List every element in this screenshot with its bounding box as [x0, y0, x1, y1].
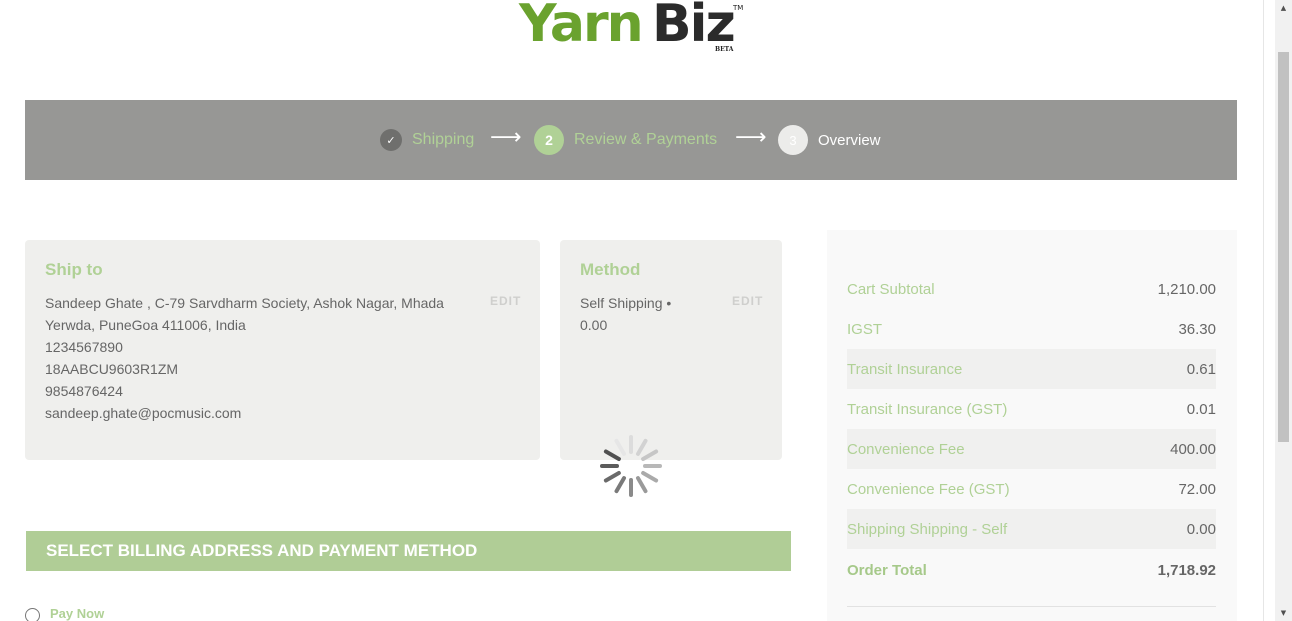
- step-number-badge: 2: [534, 125, 564, 155]
- order-total-label: Order Total: [847, 561, 927, 579]
- step-arrow-icon: ⟶: [490, 125, 522, 150]
- summary-value: 72.00: [1178, 480, 1216, 498]
- ship-to-title: Ship to: [45, 260, 103, 279]
- step-review-payments: 2 Review & Payments: [534, 125, 718, 155]
- summary-row-order-total: Order Total 1,718.92: [847, 550, 1216, 590]
- summary-row-cart-subtotal: Cart Subtotal 1,210.00: [847, 269, 1216, 309]
- order-summary: Cart Subtotal 1,210.00 IGST 36.30 Transi…: [827, 230, 1237, 621]
- scroll-down-arrow-icon[interactable]: ▼: [1275, 605, 1292, 621]
- alternate-phone: 9854876424: [45, 383, 123, 399]
- order-total-value: 1,718.92: [1157, 561, 1216, 579]
- page-right-border: [1263, 0, 1264, 621]
- summary-row-convenience-fee-gst: Convenience Fee (GST) 72.00: [847, 469, 1216, 509]
- summary-value: 36.30: [1178, 320, 1216, 338]
- gst-number: 18AABCU9603R1ZM: [45, 361, 179, 377]
- summary-label: Shipping Shipping - Self: [847, 520, 1008, 538]
- step-shipping-label: Shipping: [412, 131, 475, 148]
- step-arrow-icon: ⟶: [735, 125, 767, 150]
- billing-section-title: SELECT BILLING ADDRESS AND PAYMENT METHO…: [46, 541, 478, 560]
- billing-section-header: SELECT BILLING ADDRESS AND PAYMENT METHO…: [26, 531, 791, 571]
- ship-to-box: Ship to EDIT Sandeep Ghate , C-79 Sarvdh…: [25, 240, 540, 460]
- method-details: Self Shipping • 0.00: [580, 292, 700, 336]
- summary-value: 0.01: [1186, 400, 1216, 418]
- step-shipping[interactable]: ✓ Shipping: [380, 126, 474, 154]
- scroll-up-arrow-icon[interactable]: ▲: [1275, 0, 1292, 16]
- summary-row-transit-insurance-gst: Transit Insurance (GST) 0.01: [847, 389, 1216, 429]
- pay-now-radio[interactable]: [25, 608, 40, 621]
- logo-text-yarn: Yarn: [519, 0, 644, 54]
- summary-value: 400.00: [1170, 440, 1216, 458]
- summary-label: Convenience Fee (GST): [847, 480, 1010, 498]
- summary-row-shipping: Shipping Shipping - Self 0.00: [847, 509, 1216, 549]
- summary-row-convenience-fee: Convenience Fee 400.00: [847, 429, 1216, 469]
- yarnbiz-logo[interactable]: Yarn Biz TM BETA: [519, 0, 749, 56]
- ship-to-address: Sandeep Ghate , C-79 Sarvdharm Society, …: [45, 292, 444, 424]
- summary-divider: [847, 606, 1216, 607]
- summary-value: 0.61: [1186, 360, 1216, 378]
- edit-method-button[interactable]: EDIT: [732, 294, 763, 308]
- pay-now-label[interactable]: Pay Now: [50, 606, 104, 621]
- logo-trademark: TM: [733, 4, 744, 12]
- step-overview-label: Overview: [818, 131, 881, 149]
- summary-label: IGST: [847, 320, 883, 338]
- summary-label: Convenience Fee: [847, 440, 965, 458]
- step-number-badge: 3: [778, 125, 808, 155]
- summary-label: Cart Subtotal: [847, 280, 935, 298]
- scrollbar-thumb[interactable]: [1278, 52, 1289, 442]
- method-name: Self Shipping •: [580, 295, 672, 311]
- address-line: Sandeep Ghate , C-79 Sarvdharm Society, …: [45, 295, 444, 311]
- summary-row-igst: IGST 36.30: [847, 309, 1216, 349]
- summary-value: 1,210.00: [1157, 280, 1216, 298]
- email-address: sandeep.ghate@pocmusic.com: [45, 405, 242, 421]
- summary-row-transit-insurance: Transit Insurance 0.61: [847, 349, 1216, 389]
- method-title: Method: [580, 260, 641, 279]
- summary-label: Transit Insurance (GST): [847, 400, 1008, 418]
- logo-beta-label: BETA: [715, 46, 734, 53]
- summary-label: Transit Insurance: [847, 360, 963, 378]
- method-price: 0.00: [580, 317, 608, 333]
- step-overview: 3 Overview: [778, 125, 881, 155]
- vertical-scrollbar[interactable]: ▲ ▼: [1275, 0, 1292, 621]
- checkout-progress-bar: ✓ Shipping ⟶ 2 Review & Payments ⟶ 3 Ove…: [25, 100, 1237, 180]
- address-line: Yerwda, PuneGoa 411006, India: [45, 317, 246, 333]
- step-review-payments-label: Review & Payments: [574, 131, 718, 148]
- edit-ship-to-button[interactable]: EDIT: [490, 294, 521, 308]
- shipping-method-box: Method EDIT Self Shipping • 0.00: [560, 240, 782, 460]
- summary-value: 0.00: [1186, 520, 1216, 538]
- check-icon: ✓: [380, 129, 402, 151]
- phone-number: 1234567890: [45, 339, 123, 355]
- checkout-page: Yarn Biz TM BETA ✓ Shipping ⟶ 2 Review &…: [0, 0, 1292, 621]
- loading-spinner-icon: [600, 435, 662, 497]
- payment-option-pay-now[interactable]: Pay Now: [25, 604, 104, 621]
